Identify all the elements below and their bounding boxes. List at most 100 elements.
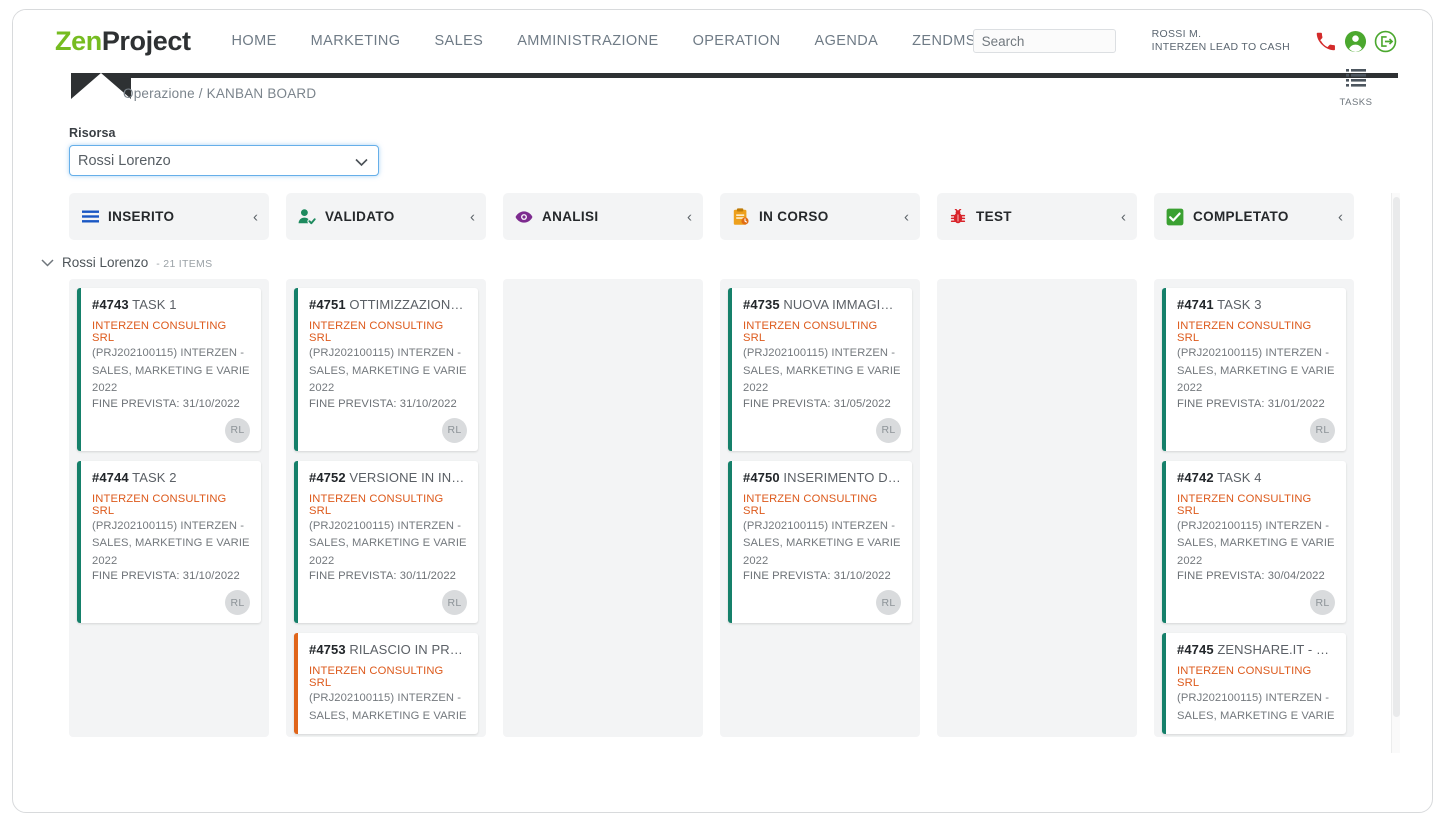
lane-test[interactable]	[937, 279, 1137, 737]
phone-icon[interactable]	[1312, 28, 1338, 54]
task-card-title: #4745 ZENSHARE.IT - PAGIN...	[1177, 642, 1335, 657]
task-card-name: TASK 1	[132, 297, 177, 312]
clipboard-icon	[732, 207, 750, 226]
column-title: VALIDATO	[325, 209, 395, 224]
task-card-client: INTERZEN CONSULTING SRL	[309, 320, 444, 344]
task-card-id: #4752	[309, 469, 346, 485]
task-card[interactable]: #4753 RILASCIO IN PRODUZ... INTERZEN CON…	[294, 633, 478, 734]
task-card-client: INTERZEN CONSULTING SRL	[743, 492, 878, 517]
lane-inserito[interactable]: #4743 TASK 1 INTERZEN CONSULTING SRL (PR…	[69, 279, 269, 737]
user-check-icon	[298, 208, 316, 226]
kanban-lanes: #4743 TASK 1 INTERZEN CONSULTING SRL (PR…	[13, 279, 1432, 737]
column-title: IN CORSO	[759, 209, 829, 224]
task-card-title: #4735 NUOVA IMMAGINE C...	[743, 297, 901, 312]
avatar: RL	[876, 590, 901, 616]
search-input[interactable]	[972, 29, 1116, 53]
tasks-button-label: TASKS	[1339, 97, 1373, 108]
nav-item-sales[interactable]: SALES	[417, 27, 500, 55]
collapse-column-icon[interactable]: ‹	[1338, 209, 1343, 224]
column-title: ANALISI	[542, 209, 599, 224]
task-card-project: (PRJ202100115) INTERZEN - SALES, MARKETI…	[1177, 519, 1335, 567]
kanban-column-headers: INSERITO ‹ VALIDATO ‹ ANALISI ‹ IN CORSO…	[13, 193, 1432, 240]
bug-icon	[949, 208, 967, 226]
task-card-name: TASK 3	[1217, 297, 1262, 312]
collapse-column-icon[interactable]: ‹	[1121, 209, 1126, 224]
task-card[interactable]: #4750 INSERIMENTO DEI C... INTERZEN CONS…	[728, 460, 912, 624]
nav-item-operation[interactable]: OPERATION	[676, 27, 798, 55]
task-card-id: #4753	[309, 642, 346, 658]
resource-select[interactable]: Rossi Lorenzo	[69, 145, 379, 176]
column-header-validato[interactable]: VALIDATO ‹	[286, 193, 486, 240]
logout-icon[interactable]	[1372, 28, 1398, 54]
task-card[interactable]: #4745 ZENSHARE.IT - PAGIN... INTERZEN CO…	[1162, 633, 1346, 734]
task-card[interactable]: #4735 NUOVA IMMAGINE C... INTERZEN CONSU…	[728, 288, 912, 451]
task-card-client: INTERZEN CONSULTING SRL	[1177, 320, 1312, 344]
task-card-project: (PRJ202100115) INTERZEN - SALES, MARKETI…	[309, 347, 467, 395]
avatar: RL	[225, 590, 250, 616]
task-card-due-date: FINE PREVISTA: 31/10/2022	[92, 570, 240, 583]
breadcrumb-row: Operazione / KANBAN BOARD TASKS	[13, 69, 1432, 114]
lane-in-corso[interactable]: #4735 NUOVA IMMAGINE C... INTERZEN CONSU…	[720, 279, 920, 737]
kanban-column-inserito: INSERITO ‹	[69, 193, 269, 240]
resource-filter-label: Risorsa	[69, 126, 116, 140]
list-lines-icon	[81, 208, 99, 226]
task-card-project: (PRJ202100115) INTERZEN - SALES, MARKETI…	[309, 692, 467, 723]
task-card[interactable]: #4743 TASK 1 INTERZEN CONSULTING SRL (PR…	[77, 288, 261, 451]
tasks-list-icon	[1343, 69, 1369, 94]
task-card-name: TASK 4	[1217, 469, 1262, 485]
collapse-column-icon[interactable]: ‹	[687, 209, 692, 224]
task-card-client: INTERZEN CONSULTING SRL	[92, 492, 227, 517]
column-title: INSERITO	[108, 209, 175, 224]
task-card[interactable]: #4744 TASK 2 INTERZEN CONSULTING SRL (PR…	[77, 460, 261, 624]
nav-item-agenda[interactable]: AGENDA	[798, 27, 896, 55]
nav-item-marketing[interactable]: MARKETING	[294, 27, 418, 55]
lane-validato[interactable]: #4751 OTTIMIZZAZIONE CO... INTERZEN CONS…	[286, 279, 486, 737]
task-card-project: (PRJ202100115) INTERZEN - SALES, MARKETI…	[309, 519, 467, 567]
column-header-completato[interactable]: COMPLETATO ‹	[1154, 193, 1354, 240]
lane-analisi[interactable]	[503, 279, 703, 737]
header-right-cluster: ROSSI M. INTERZEN LEAD TO CASH	[972, 10, 1398, 72]
task-card-client: INTERZEN CONSULTING SRL	[309, 665, 444, 690]
kanban-column-analisi: ANALISI ‹	[503, 193, 703, 240]
tasks-button[interactable]: TASKS	[1328, 66, 1384, 108]
task-card-client: INTERZEN CONSULTING SRL	[309, 492, 444, 517]
task-card-client: INTERZEN CONSULTING SRL	[1177, 492, 1312, 517]
task-card-client: INTERZEN CONSULTING SRL	[743, 320, 878, 344]
collapse-column-icon[interactable]: ‹	[904, 209, 909, 224]
task-card[interactable]: #4752 VERSIONE IN INGLESE INTERZEN CONSU…	[294, 460, 478, 624]
column-header-analisi[interactable]: ANALISI ‹	[503, 193, 703, 240]
lane-completato[interactable]: #4741 TASK 3 INTERZEN CONSULTING SRL (PR…	[1154, 279, 1354, 737]
task-card[interactable]: #4751 OTTIMIZZAZIONE CO... INTERZEN CONS…	[294, 288, 478, 451]
task-card-id: #4742	[1177, 469, 1214, 485]
collapse-column-icon[interactable]: ‹	[470, 209, 475, 224]
nav-item-home[interactable]: HOME	[215, 27, 294, 55]
column-header-in-corso[interactable]: IN CORSO ‹	[720, 193, 920, 240]
task-card[interactable]: #4741 TASK 3 INTERZEN CONSULTING SRL (PR…	[1162, 288, 1346, 451]
board-vertical-scrollbar[interactable]	[1391, 193, 1400, 753]
top-header-bar: ZenProject HOME MARKETING SALES AMMINIST…	[13, 10, 1432, 72]
user-account-icon[interactable]	[1342, 28, 1368, 54]
scrollbar-thumb[interactable]	[1393, 197, 1400, 717]
task-card-client: INTERZEN CONSULTING SRL	[1177, 665, 1312, 690]
chevron-down-icon[interactable]	[41, 257, 54, 269]
task-card-title: #4742 TASK 4	[1177, 470, 1335, 485]
main-navigation: HOME MARKETING SALES AMMINISTRAZIONE OPE…	[215, 27, 993, 55]
column-header-test[interactable]: TEST ‹	[937, 193, 1137, 240]
column-header-inserito[interactable]: INSERITO ‹	[69, 193, 269, 240]
kanban-column-validato: VALIDATO ‹	[286, 193, 486, 240]
task-card-due-date: FINE PREVISTA: 31/05/2022	[743, 397, 891, 410]
user-info: ROSSI M. INTERZEN LEAD TO CASH	[1152, 28, 1290, 54]
eye-icon	[515, 208, 533, 226]
swimlane-group-header[interactable]: Rossi Lorenzo - 21 ITEMS	[41, 255, 1432, 270]
task-card-name: INSERIMENTO DEI C...	[783, 469, 901, 485]
collapse-column-icon[interactable]: ‹	[253, 209, 258, 224]
task-card-title: #4750 INSERIMENTO DEI C...	[743, 470, 901, 485]
task-card-name: TASK 2	[132, 469, 177, 485]
task-card-id: #4745	[1177, 642, 1214, 658]
user-organization: INTERZEN LEAD TO CASH	[1151, 41, 1290, 53]
task-card-due-date: FINE PREVISTA: 31/10/2022	[743, 570, 891, 583]
nav-item-amministrazione[interactable]: AMMINISTRAZIONE	[500, 27, 675, 55]
task-card[interactable]: #4742 TASK 4 INTERZEN CONSULTING SRL (PR…	[1162, 460, 1346, 624]
app-logo[interactable]: ZenProject	[55, 26, 191, 57]
task-card-id: #4751	[309, 297, 346, 312]
